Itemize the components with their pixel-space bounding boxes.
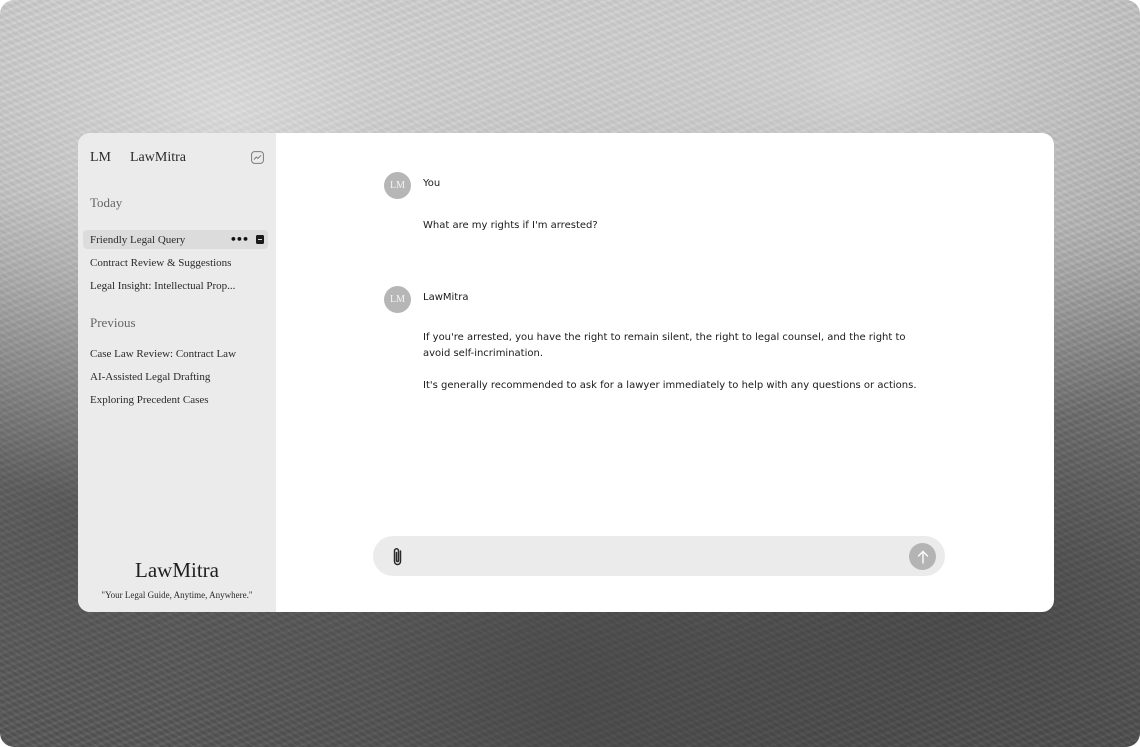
chat-panel: LM You What are my rights if I'm arreste… (276, 133, 1054, 612)
conversation-item-label: AI-Assisted Legal Drafting (90, 370, 211, 383)
brand-initials: LM (90, 150, 111, 165)
avatar: LM (384, 286, 411, 313)
conversation-item-label: Exploring Precedent Cases (90, 393, 209, 406)
conversation-item-contract-review[interactable]: Contract Review & Suggestions (83, 253, 268, 272)
message-text: What are my rights if I'm arrested? (423, 220, 598, 231)
message-composer (373, 536, 945, 576)
message-input[interactable] (421, 544, 895, 570)
avatar: LM (384, 172, 411, 199)
brand-name: LawMitra (130, 150, 186, 165)
conversation-item-friendly-legal-query[interactable]: Friendly Legal Query ••• (83, 230, 268, 249)
conversation-item-legal-insight[interactable]: Legal Insight: Intellectual Prop... (83, 276, 268, 295)
today-conversation-list: Friendly Legal Query ••• Contract Review… (83, 230, 268, 299)
sidebar-header: LM LawMitra (90, 150, 264, 166)
message-sender: You (423, 178, 441, 189)
section-today: Today (90, 195, 123, 210)
sidebar-footer: LawMitra "Your Legal Guide, Anytime, Any… (78, 558, 276, 600)
section-previous: Previous (90, 315, 136, 330)
previous-conversation-list: Case Law Review: Contract Law AI-Assiste… (83, 344, 268, 413)
message-text: It's generally recommended to ask for a … (423, 380, 917, 391)
message-sender: LawMitra (423, 292, 469, 303)
footer-tagline: "Your Legal Guide, Anytime, Anywhere." (101, 590, 253, 600)
conversation-item-ai-assisted-drafting[interactable]: AI-Assisted Legal Drafting (83, 367, 268, 386)
conversation-item-label: Case Law Review: Contract Law (90, 347, 237, 360)
paperclip-icon[interactable] (390, 545, 404, 567)
sidebar: LM LawMitra Today Friendly Legal Query •… (78, 133, 276, 612)
archive-icon[interactable] (256, 235, 264, 244)
conversation-item-precedent-cases[interactable]: Exploring Precedent Cases (83, 390, 268, 409)
app-window: LM LawMitra Today Friendly Legal Query •… (78, 133, 1054, 612)
conversation-item-label: Contract Review & Suggestions (90, 256, 232, 269)
conversation-item-label: Legal Insight: Intellectual Prop... (90, 279, 236, 292)
message-text: If you're arrested, you have the right t… (423, 332, 906, 359)
trend-chart-icon[interactable] (251, 151, 264, 164)
more-dots-icon[interactable]: ••• (230, 234, 249, 245)
arrow-up-icon (917, 550, 928, 564)
conversation-item-label: Friendly Legal Query (90, 233, 186, 246)
conversation-item-case-law-review[interactable]: Case Law Review: Contract Law (83, 344, 268, 363)
conversation-item-actions: ••• (230, 230, 264, 249)
send-button[interactable] (909, 543, 936, 570)
footer-brand-name: LawMitra (135, 558, 219, 582)
